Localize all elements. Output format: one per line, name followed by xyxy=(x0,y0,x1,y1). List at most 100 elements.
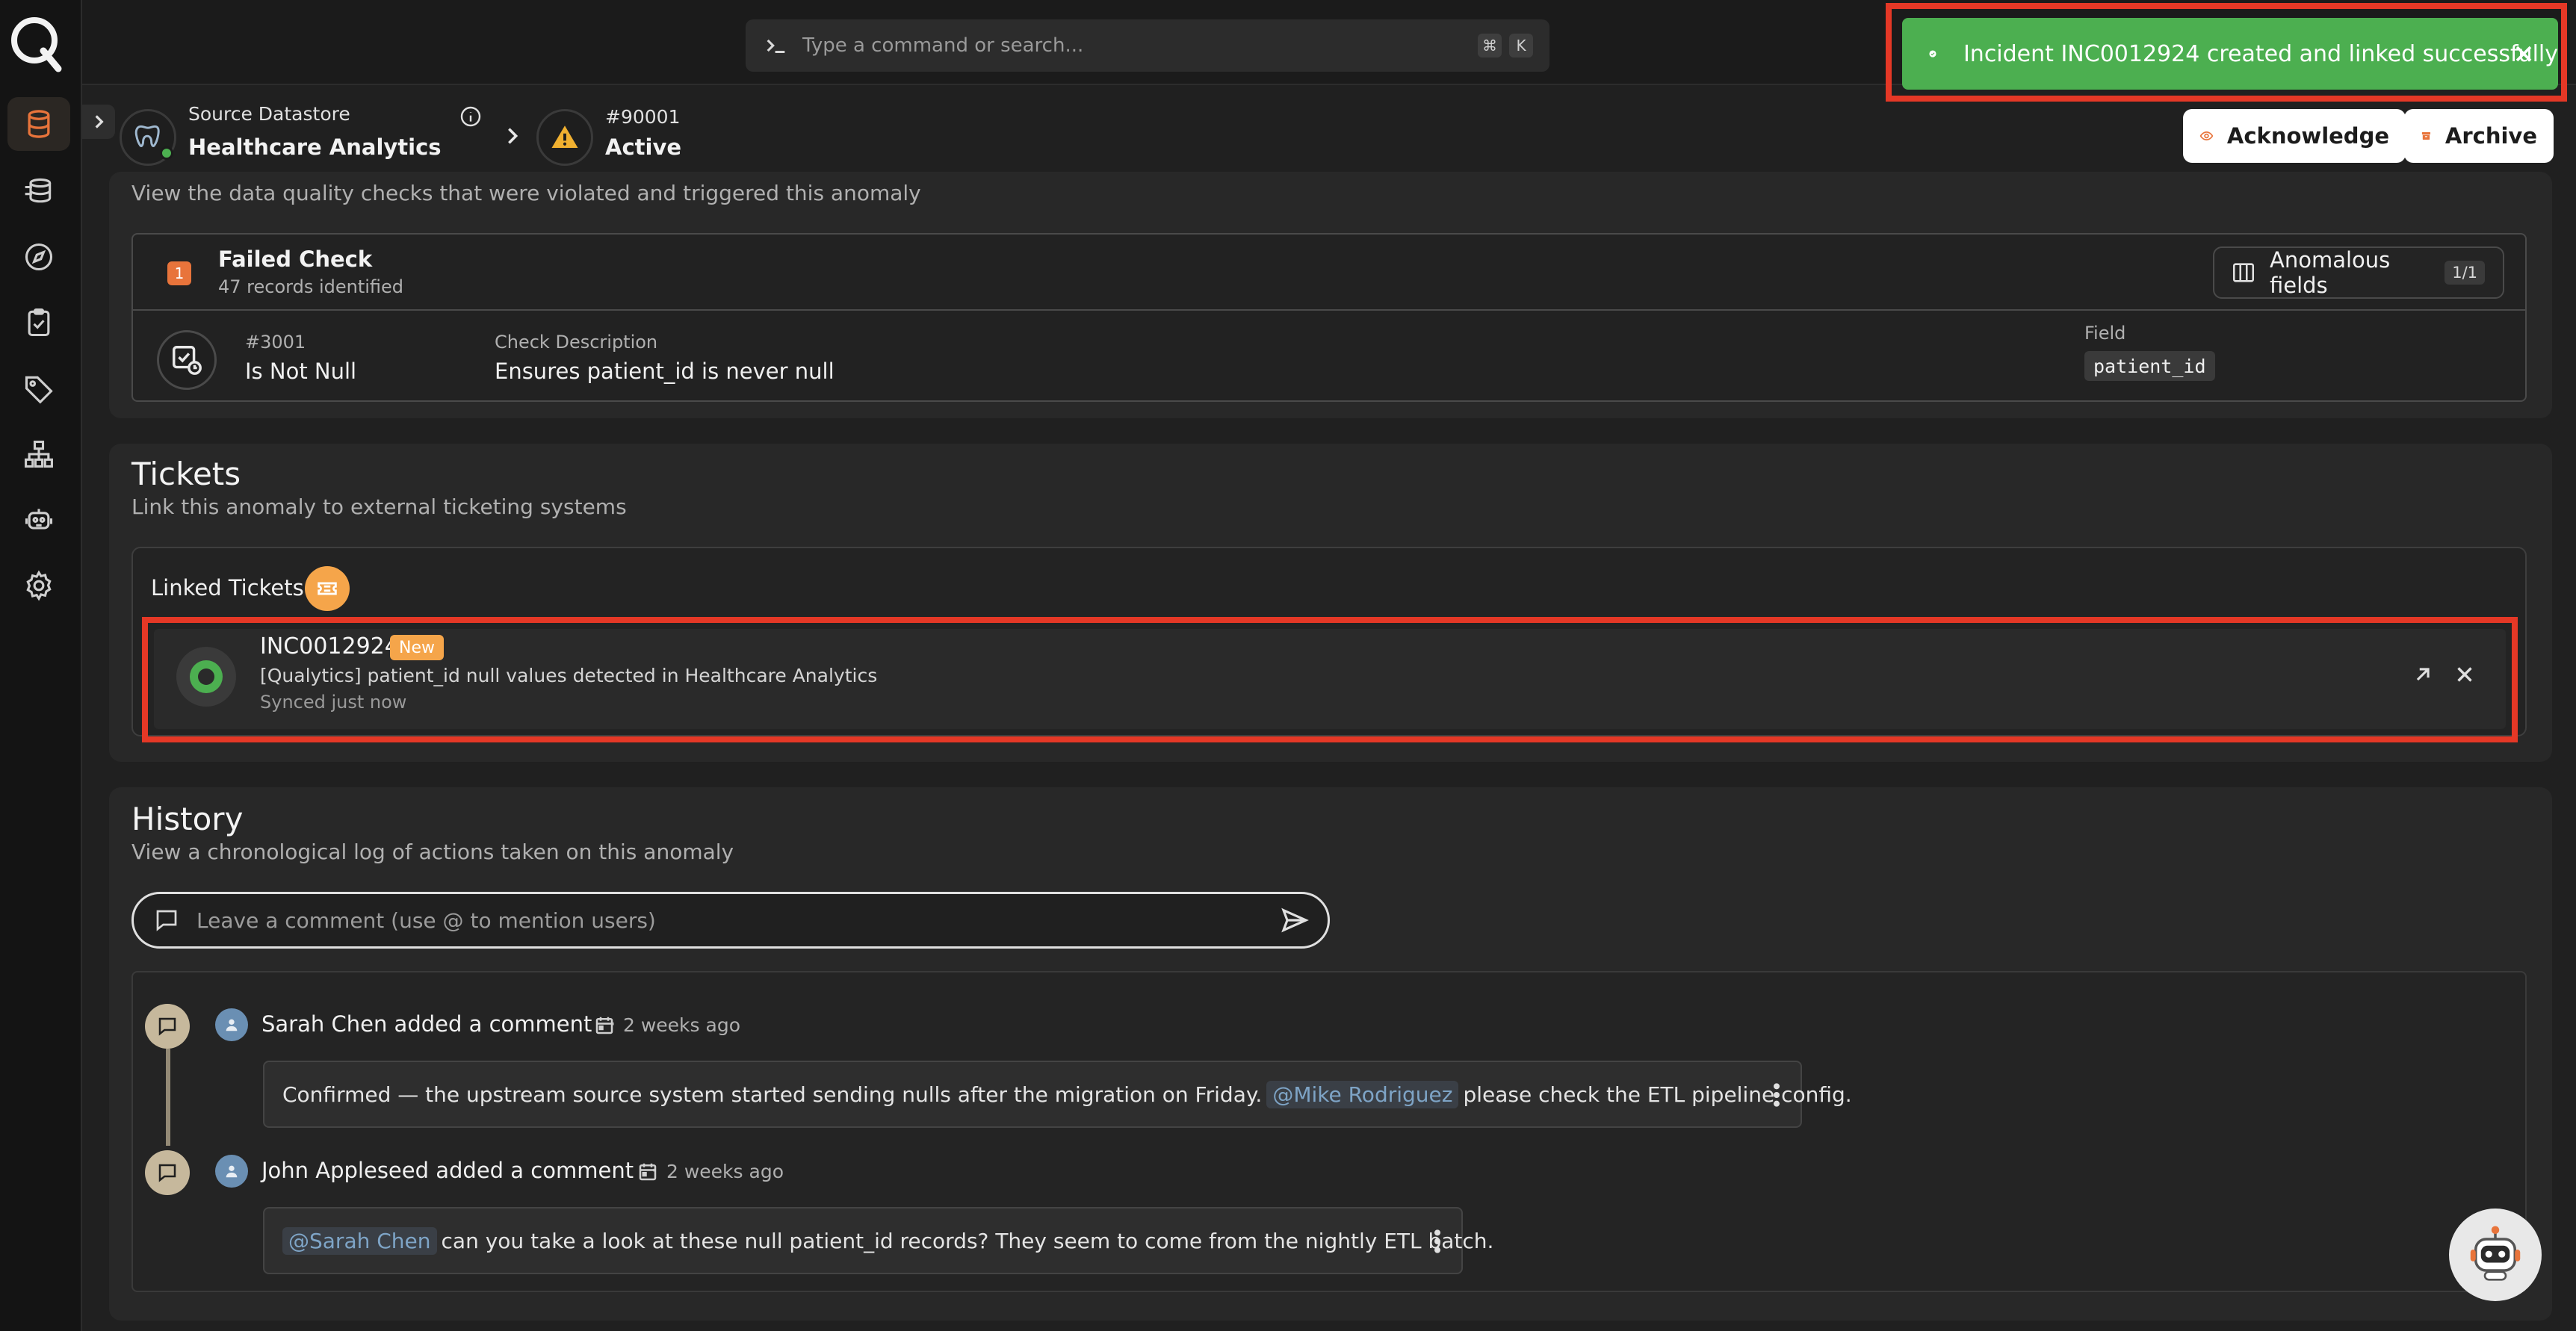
tickets-title: Tickets xyxy=(131,456,241,492)
columns-icon xyxy=(2232,263,2255,282)
success-toast: Incident INC0012924 created and linked s… xyxy=(1902,18,2558,90)
unlink-close-icon[interactable] xyxy=(2452,662,2477,687)
database-icon xyxy=(28,110,50,138)
failed-check-card: 1 Failed Check 47 records identified Ano… xyxy=(131,233,2527,402)
nav-tags[interactable] xyxy=(7,362,70,415)
hierarchy-icon xyxy=(25,440,53,468)
eye-icon xyxy=(2199,131,2214,140)
calendar-icon xyxy=(595,1017,613,1034)
nav-datastores[interactable] xyxy=(7,164,70,218)
archive-label: Archive xyxy=(2445,123,2537,149)
failed-count-badge: 1 xyxy=(167,261,191,285)
terminal-icon xyxy=(767,39,785,54)
gear-icon xyxy=(26,570,52,601)
anomaly-icon xyxy=(536,109,593,166)
nav-agents[interactable] xyxy=(7,493,70,547)
toast-message: Incident INC0012924 created and linked s… xyxy=(1963,40,2558,67)
comment-bubble: @Sarah Chen can you take a look at these… xyxy=(263,1207,1493,1274)
comment-input[interactable] xyxy=(196,908,1280,933)
history-subtitle: View a chronological log of actions take… xyxy=(131,840,734,864)
compass-icon xyxy=(25,243,53,271)
failed-check-title: Failed Check xyxy=(218,246,373,272)
field-label: Field xyxy=(2084,323,2126,344)
history-title: History xyxy=(131,801,244,837)
history-time: 2 weeks ago xyxy=(666,1161,784,1182)
logo-icon[interactable] xyxy=(7,10,64,73)
checklist-icon xyxy=(28,308,50,337)
chevron-right-icon xyxy=(95,115,104,128)
anomaly-id: #90001 xyxy=(605,106,681,128)
comment-icon xyxy=(156,910,177,931)
nav-lineage[interactable] xyxy=(7,427,70,481)
check-type-icon xyxy=(157,330,217,390)
ticket-status-badge: New xyxy=(390,635,444,660)
history-action: added a comment xyxy=(436,1158,634,1183)
timeline-connector xyxy=(166,1049,170,1146)
anomalous-fields-label: Anomalous fields xyxy=(2269,247,2391,298)
assistant-bot-button[interactable] xyxy=(2449,1209,2542,1301)
card-divider xyxy=(133,309,2525,311)
connection-status-dot xyxy=(160,146,173,160)
more-options-icon[interactable] xyxy=(1430,1226,1445,1256)
comment-text: can you take a look at these null patien… xyxy=(441,1228,1494,1253)
comment-text: Confirmed — the upstream source system s… xyxy=(282,1082,1263,1107)
linked-tickets-label: Linked Tickets xyxy=(151,575,304,601)
history-user: John Appleseed xyxy=(261,1158,430,1183)
shortcut-key-k: K xyxy=(1509,34,1533,58)
anomalous-fields-count: 1/1 xyxy=(2445,261,2485,285)
send-icon[interactable] xyxy=(1280,905,1310,935)
comment-box xyxy=(131,892,1330,949)
records-count: 47 records identified xyxy=(218,276,404,297)
nav-database[interactable] xyxy=(7,97,70,151)
history-user: Sarah Chen xyxy=(261,1011,388,1037)
history-entry-header: John Appleseed added a comment · xyxy=(261,1158,658,1183)
archive-icon xyxy=(2421,132,2431,140)
avatar xyxy=(215,1155,248,1188)
robot-icon xyxy=(2470,1226,2521,1281)
command-search-input[interactable] xyxy=(802,34,1478,57)
history-action: added a comment xyxy=(394,1011,592,1037)
ticket-id[interactable]: INC0012924 xyxy=(260,633,399,660)
timeline-comment-icon xyxy=(145,1004,190,1049)
comment-text: please check the ETL pipeline config. xyxy=(1463,1082,1852,1107)
anomalous-fields-button[interactable]: Anomalous fields 1/1 xyxy=(2213,246,2504,299)
check-circle-icon xyxy=(1929,50,1936,58)
datastore-label: Source Datastore xyxy=(188,103,350,125)
history-entry-header: Sarah Chen added a comment · xyxy=(261,1011,616,1037)
field-value-pill: patient_id xyxy=(2084,351,2215,381)
external-link-icon[interactable] xyxy=(2410,662,2436,687)
tickets-subtitle: Link this anomaly to external ticketing … xyxy=(131,494,627,519)
info-icon[interactable] xyxy=(459,105,483,128)
acknowledge-button[interactable]: Acknowledge xyxy=(2183,109,2406,163)
datastores-icon xyxy=(25,178,52,203)
servicenow-icon xyxy=(176,647,236,707)
nav-settings[interactable] xyxy=(7,559,70,612)
check-id: #3001 xyxy=(245,332,306,353)
nav-explore[interactable] xyxy=(7,230,70,284)
more-options-icon[interactable] xyxy=(1769,1080,1784,1110)
checks-subtitle: View the data quality checks that were v… xyxy=(131,181,921,205)
chevron-right-icon xyxy=(508,128,518,144)
user-mention[interactable]: @Mike Rodriguez xyxy=(1266,1080,1459,1108)
user-mention[interactable]: @Sarah Chen xyxy=(282,1226,437,1255)
acknowledge-label: Acknowledge xyxy=(2226,123,2389,149)
anomaly-status: Active xyxy=(605,134,682,160)
check-description-label: Check Description xyxy=(495,332,658,353)
nav-checks[interactable] xyxy=(7,296,70,350)
comment-bubble: Confirmed — the upstream source system s… xyxy=(263,1061,1852,1128)
ticket-summary: [Qualytics] patient_id null values detec… xyxy=(260,665,878,686)
close-icon[interactable] xyxy=(2510,40,2537,67)
archive-button[interactable]: Archive xyxy=(2404,109,2554,163)
command-bar[interactable]: ⌘ K xyxy=(746,19,1549,72)
check-description-value: Ensures patient_id is never null xyxy=(495,359,835,384)
datastore-name[interactable]: Healthcare Analytics xyxy=(188,134,442,160)
timeline-comment-icon xyxy=(145,1150,190,1195)
ticket-icon xyxy=(305,566,350,611)
ticket-synced-status: Synced just now xyxy=(260,692,407,713)
sidebar xyxy=(0,0,82,1331)
check-name[interactable]: Is Not Null xyxy=(245,359,356,384)
tag-icon xyxy=(25,376,53,404)
sidebar-expand-button[interactable] xyxy=(82,105,115,139)
calendar-icon xyxy=(639,1163,657,1181)
history-time: 2 weeks ago xyxy=(623,1014,740,1036)
